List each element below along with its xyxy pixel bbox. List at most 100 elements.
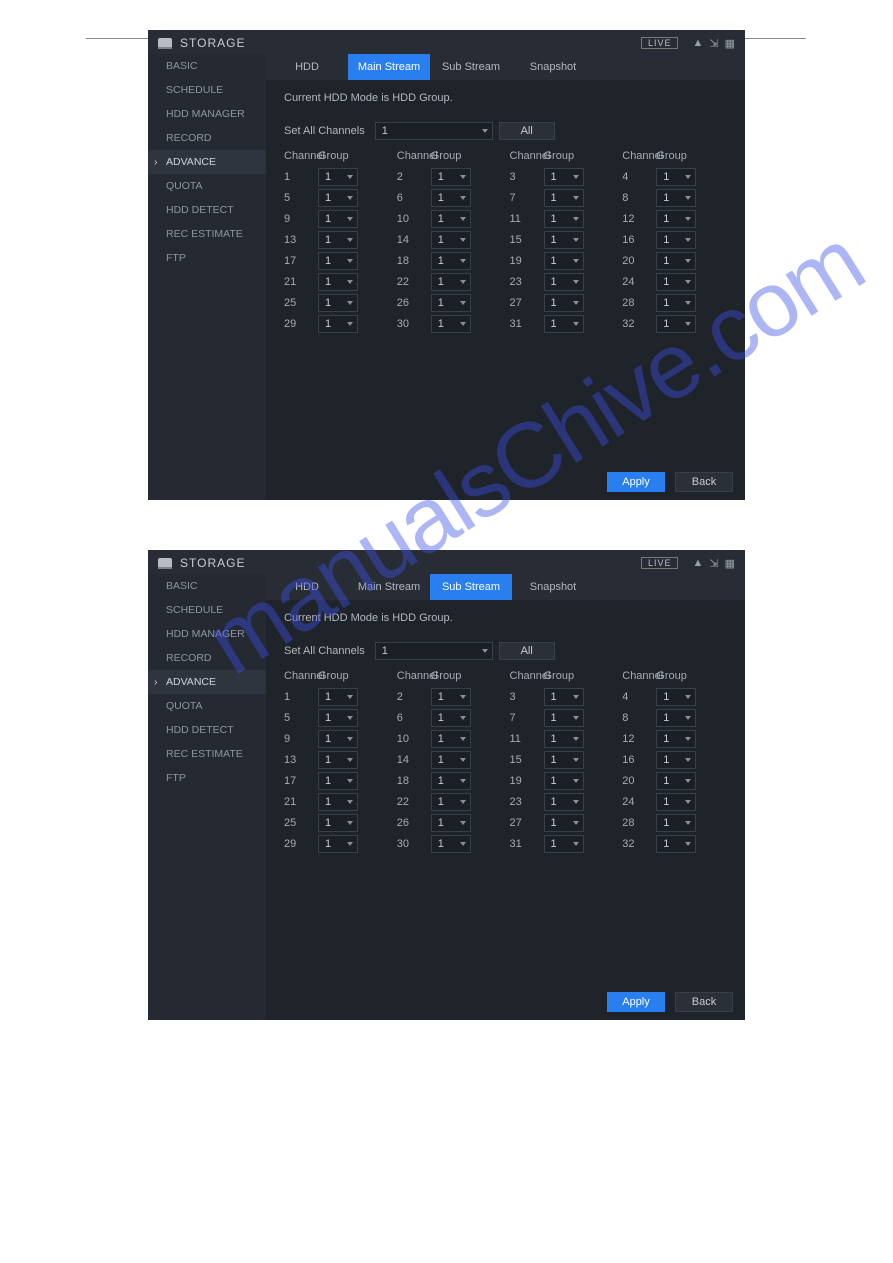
tab-sub-stream[interactable]: Sub Stream [430,54,512,80]
group-dropdown[interactable]: 1 [656,294,696,312]
tab-sub-stream[interactable]: Sub Stream [430,574,512,600]
group-dropdown[interactable]: 1 [431,835,471,853]
group-dropdown[interactable]: 1 [656,189,696,207]
group-dropdown[interactable]: 1 [318,835,358,853]
group-dropdown[interactable]: 1 [431,189,471,207]
group-dropdown[interactable]: 1 [431,273,471,291]
sidebar-item-hdd-manager[interactable]: HDD MANAGER [148,102,266,126]
grid-icon[interactable]: ▦ [725,37,735,50]
sidebar-item-rec-estimate[interactable]: REC ESTIMATE [148,222,266,246]
sidebar-item-hdd-detect[interactable]: HDD DETECT [148,198,266,222]
sidebar-item-ftp[interactable]: FTP [148,766,266,790]
group-dropdown[interactable]: 1 [318,709,358,727]
group-dropdown[interactable]: 1 [318,730,358,748]
group-dropdown[interactable]: 1 [318,315,358,333]
group-dropdown[interactable]: 1 [431,231,471,249]
group-dropdown[interactable]: 1 [431,252,471,270]
group-dropdown[interactable]: 1 [318,751,358,769]
group-dropdown[interactable]: 1 [318,294,358,312]
group-dropdown[interactable]: 1 [656,688,696,706]
group-dropdown[interactable]: 1 [431,772,471,790]
group-dropdown[interactable]: 1 [544,814,584,832]
group-dropdown[interactable]: 1 [431,709,471,727]
group-dropdown[interactable]: 1 [318,231,358,249]
group-dropdown[interactable]: 1 [544,294,584,312]
group-dropdown[interactable]: 1 [656,730,696,748]
tab-snapshot[interactable]: Snapshot [512,574,594,600]
group-dropdown[interactable]: 1 [318,189,358,207]
sidebar-item-hdd-detect[interactable]: HDD DETECT [148,718,266,742]
group-dropdown[interactable]: 1 [544,709,584,727]
sidebar-item-hdd-manager[interactable]: HDD MANAGER [148,622,266,646]
group-dropdown[interactable]: 1 [431,210,471,228]
group-dropdown[interactable]: 1 [544,210,584,228]
group-dropdown[interactable]: 1 [544,835,584,853]
group-dropdown[interactable]: 1 [544,273,584,291]
export-icon[interactable]: ⇲ [709,37,718,50]
group-dropdown[interactable]: 1 [431,751,471,769]
sidebar-item-advance[interactable]: ADVANCE [148,150,266,174]
group-dropdown[interactable]: 1 [544,688,584,706]
group-dropdown[interactable]: 1 [656,814,696,832]
group-dropdown[interactable]: 1 [656,210,696,228]
group-dropdown[interactable]: 1 [431,168,471,186]
group-dropdown[interactable]: 1 [431,688,471,706]
group-dropdown[interactable]: 1 [656,273,696,291]
sidebar-item-advance[interactable]: ADVANCE [148,670,266,694]
tab-snapshot[interactable]: Snapshot [512,54,594,80]
back-button[interactable]: Back [675,992,733,1012]
grid-icon[interactable]: ▦ [725,557,735,570]
sidebar-item-quota[interactable]: QUOTA [148,694,266,718]
user-icon[interactable]: ▲ [692,557,703,569]
group-dropdown[interactable]: 1 [656,772,696,790]
group-dropdown[interactable]: 1 [544,252,584,270]
group-dropdown[interactable]: 1 [318,168,358,186]
group-dropdown[interactable]: 1 [656,315,696,333]
group-dropdown[interactable]: 1 [318,210,358,228]
group-dropdown[interactable]: 1 [544,231,584,249]
group-dropdown[interactable]: 1 [318,688,358,706]
sidebar-item-ftp[interactable]: FTP [148,246,266,270]
all-button[interactable]: All [499,122,555,140]
group-dropdown[interactable]: 1 [431,730,471,748]
group-dropdown[interactable]: 1 [544,189,584,207]
tab-main-stream[interactable]: Main Stream [348,574,430,600]
group-dropdown[interactable]: 1 [318,772,358,790]
sidebar-item-quota[interactable]: QUOTA [148,174,266,198]
group-dropdown[interactable]: 1 [544,315,584,333]
group-dropdown[interactable]: 1 [656,709,696,727]
group-dropdown[interactable]: 1 [431,315,471,333]
group-dropdown[interactable]: 1 [431,793,471,811]
user-icon[interactable]: ▲ [692,37,703,49]
apply-button[interactable]: Apply [607,992,665,1012]
group-dropdown[interactable]: 1 [656,231,696,249]
sidebar-item-rec-estimate[interactable]: REC ESTIMATE [148,742,266,766]
sidebar-item-basic[interactable]: BASIC [148,54,266,78]
export-icon[interactable]: ⇲ [709,557,718,570]
sidebar-item-record[interactable]: RECORD [148,646,266,670]
group-dropdown[interactable]: 1 [318,793,358,811]
apply-button[interactable]: Apply [607,472,665,492]
group-dropdown[interactable]: 1 [431,814,471,832]
group-dropdown[interactable]: 1 [656,168,696,186]
group-dropdown[interactable]: 1 [656,835,696,853]
group-dropdown[interactable]: 1 [656,751,696,769]
group-dropdown[interactable]: 1 [318,273,358,291]
group-dropdown[interactable]: 1 [431,294,471,312]
group-dropdown[interactable]: 1 [544,772,584,790]
group-dropdown[interactable]: 1 [544,730,584,748]
group-dropdown[interactable]: 1 [656,252,696,270]
sidebar-item-record[interactable]: RECORD [148,126,266,150]
group-dropdown[interactable]: 1 [656,793,696,811]
sidebar-item-schedule[interactable]: SCHEDULE [148,598,266,622]
all-button[interactable]: All [499,642,555,660]
back-button[interactable]: Back [675,472,733,492]
group-dropdown[interactable]: 1 [544,793,584,811]
set-all-dropdown[interactable]: 1 [375,122,493,140]
sidebar-item-basic[interactable]: BASIC [148,574,266,598]
set-all-dropdown[interactable]: 1 [375,642,493,660]
tab-hdd[interactable]: HDD [266,54,348,80]
group-dropdown[interactable]: 1 [544,168,584,186]
group-dropdown[interactable]: 1 [318,252,358,270]
tab-main-stream[interactable]: Main Stream [348,54,430,80]
